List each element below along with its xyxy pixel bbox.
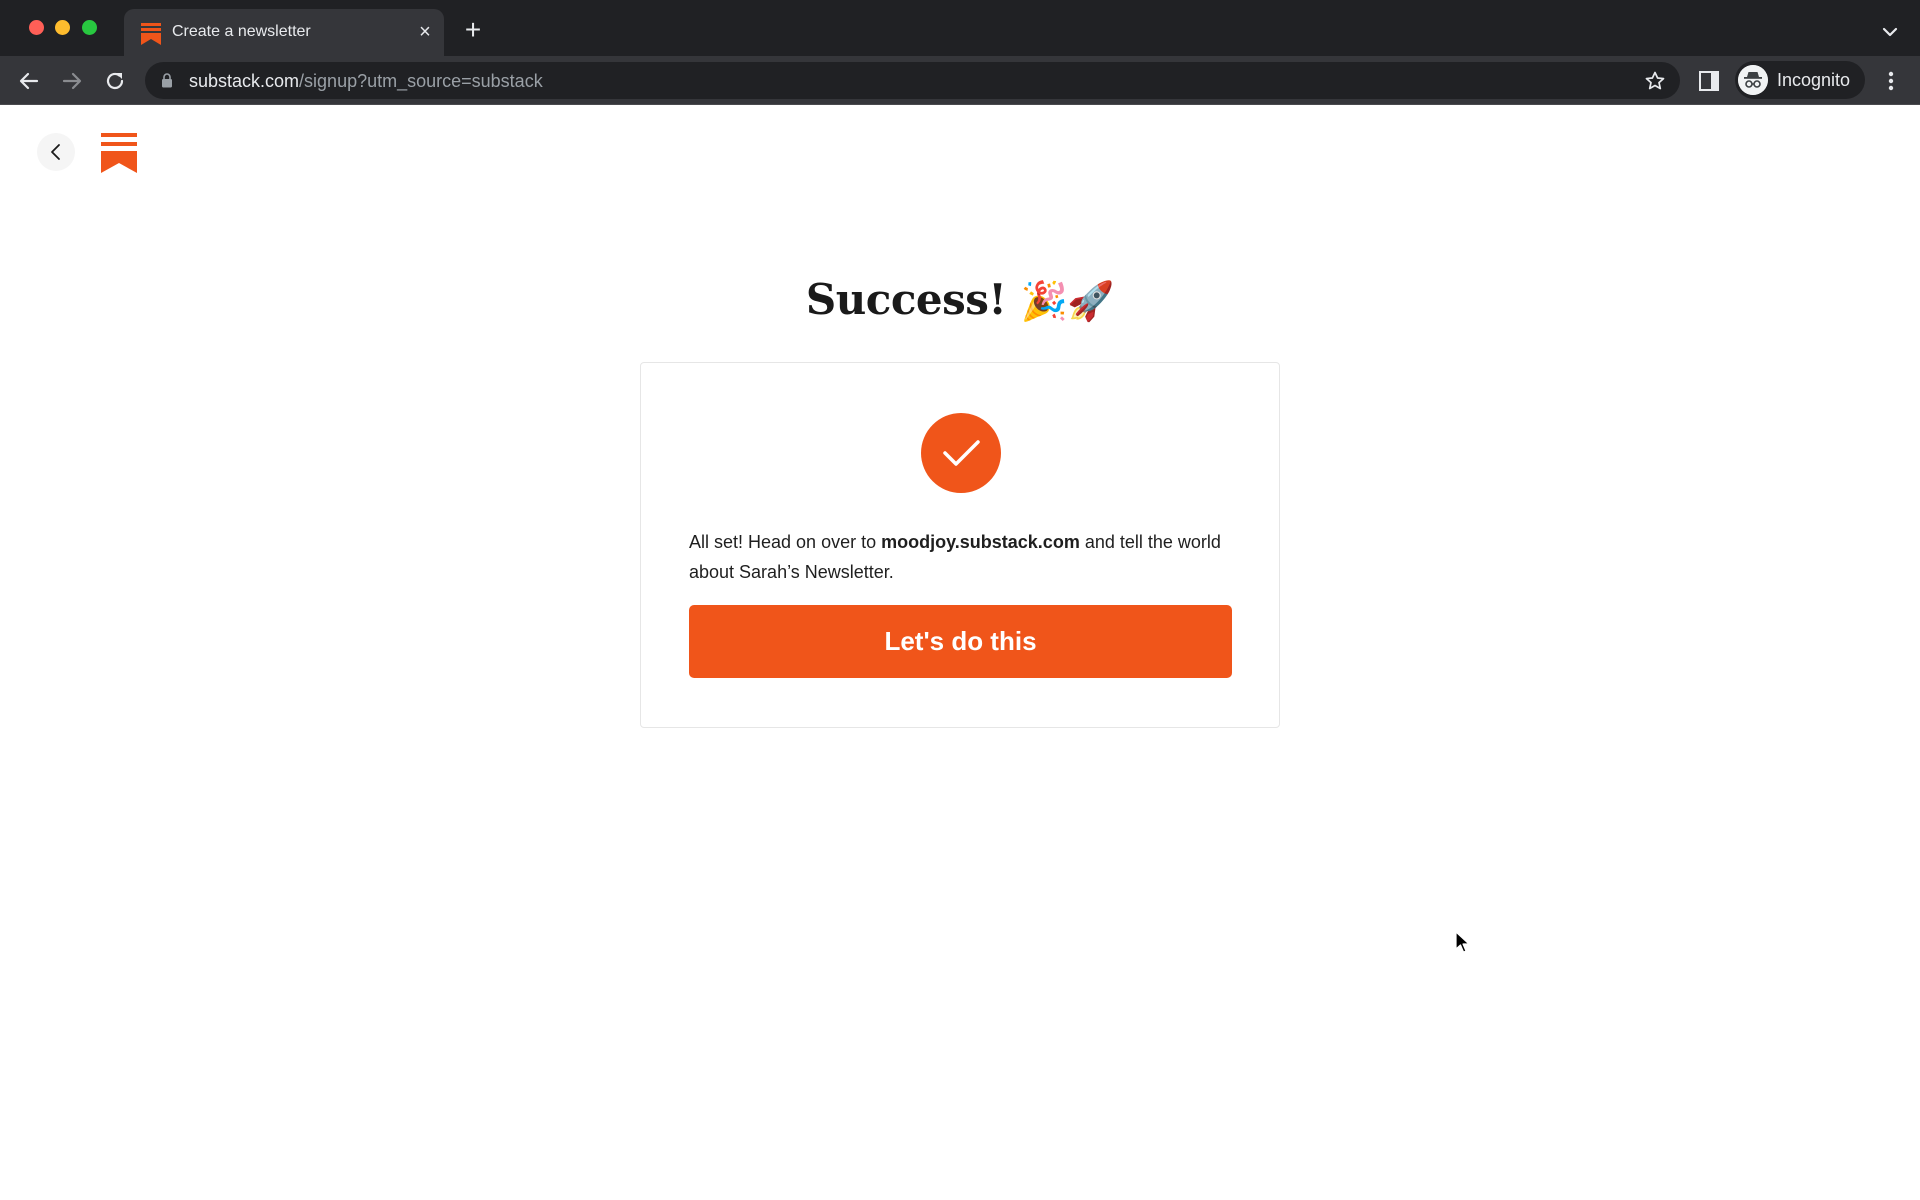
mouse-cursor-icon: [1455, 931, 1470, 953]
bookmark-star-icon[interactable]: [1644, 70, 1666, 92]
forward-arrow-icon[interactable]: [59, 68, 85, 94]
tab-search-chevron-down-icon[interactable]: [1880, 22, 1900, 42]
browser-toolbar: substack.com/signup?utm_source=substack …: [0, 56, 1920, 105]
checkmark-icon: [943, 440, 980, 466]
url-host: substack.com: [189, 71, 300, 91]
side-panel-icon[interactable]: [1698, 70, 1720, 92]
incognito-profile-button[interactable]: Incognito: [1735, 61, 1865, 99]
substack-logo-icon[interactable]: [101, 133, 137, 173]
close-tab-icon[interactable]: ×: [414, 21, 436, 43]
publication-url: moodjoy.substack.com: [881, 532, 1080, 552]
window-minimize-button[interactable]: [55, 20, 70, 35]
headline-text: Success!: [805, 275, 1007, 324]
new-tab-button[interactable]: +: [461, 16, 485, 44]
address-bar[interactable]: substack.com/signup?utm_source=substack: [145, 62, 1680, 99]
reload-icon[interactable]: [102, 68, 128, 94]
window-close-button[interactable]: [29, 20, 44, 35]
lets-do-this-button[interactable]: Let's do this: [689, 605, 1232, 678]
success-check-badge: [921, 413, 1001, 493]
window-zoom-button[interactable]: [82, 20, 97, 35]
incognito-label: Incognito: [1777, 70, 1851, 90]
url-path: /signup?utm_source=substack: [299, 71, 543, 91]
lock-icon[interactable]: [161, 73, 173, 88]
substack-favicon-icon: [141, 23, 161, 45]
back-button[interactable]: [37, 133, 75, 171]
more-menu-icon[interactable]: [1881, 68, 1901, 94]
browser-tab-active[interactable]: Create a newsletter ×: [124, 9, 444, 56]
back-arrow-icon[interactable]: [16, 68, 42, 94]
url-text[interactable]: substack.com/signup?utm_source=substack: [189, 71, 543, 92]
celebration-emoji: 🎉🚀: [1020, 279, 1115, 323]
tab-title: Create a newsletter: [172, 23, 311, 40]
message-intro: All set! Head on over to: [689, 532, 882, 552]
incognito-icon: [1738, 65, 1768, 95]
chevron-left-icon: [51, 144, 60, 160]
browser-tab-bar: Create a newsletter × +: [0, 0, 1920, 56]
page-title: Success! 🎉🚀: [0, 275, 1920, 324]
success-card: All set! Head on over to moodjoy.substac…: [640, 362, 1280, 728]
success-message: All set! Head on over to moodjoy.substac…: [689, 527, 1234, 587]
